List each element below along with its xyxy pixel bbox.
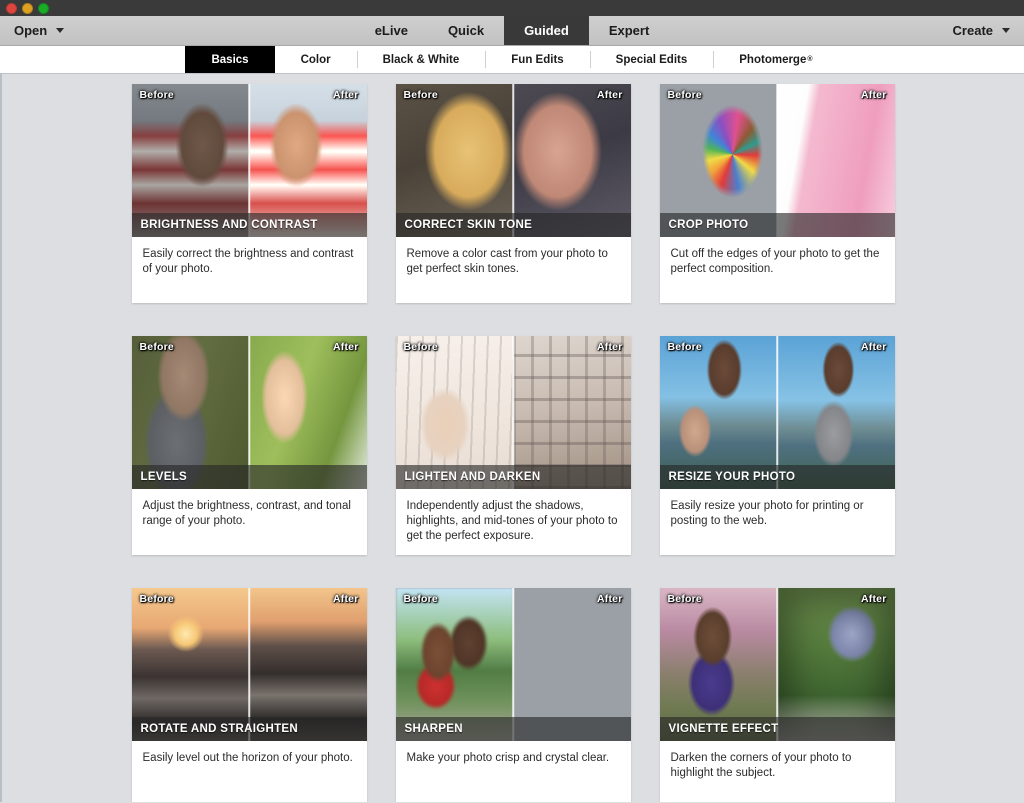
card-description: Remove a color cast from your photo to g… (406, 248, 608, 276)
close-icon[interactable] (6, 2, 17, 14)
card-body: Easily correct the brightness and contra… (132, 237, 367, 303)
before-label: Before (403, 593, 438, 605)
card-thumbnail: Before After ROTATE AND STRAIGHTEN (131, 588, 367, 741)
subtab-label: Color (300, 53, 331, 66)
card-title: LIGHTEN AND DARKEN (395, 465, 631, 489)
after-label: After (860, 341, 887, 353)
card-description: Easily correct the brightness and contra… (142, 248, 354, 276)
card-title: VIGNETTE EFFECT (659, 717, 895, 741)
after-label: After (332, 341, 359, 353)
card-body: Easily level out the horizon of your pho… (132, 741, 367, 802)
registered-trademark-icon: ® (807, 56, 813, 63)
card-thumbnail: Before After LEVELS (131, 336, 367, 489)
after-label: After (596, 341, 623, 353)
card-body: Remove a color cast from your photo to g… (396, 237, 631, 303)
create-button[interactable]: Create (939, 16, 1024, 45)
card-body: Adjust the brightness, contrast, and ton… (132, 489, 367, 555)
mode-tab-guided[interactable]: Guided (504, 16, 589, 45)
before-label: Before (667, 89, 702, 101)
card-body: Easily resize your photo for printing or… (660, 489, 895, 555)
window-titlebar (0, 0, 1024, 16)
guided-edit-card[interactable]: Before After CORRECT SKIN TONE Remove a col… (395, 84, 631, 303)
guided-edit-card[interactable]: Before After LIGHTEN AND DARKEN Independent… (395, 336, 631, 555)
subtab-label: Black & White (382, 53, 460, 66)
after-label: After (596, 593, 623, 605)
card-body: Make your photo crisp and crystal clear. (396, 741, 631, 802)
after-label: After (860, 593, 887, 605)
maximize-icon[interactable] (38, 2, 49, 14)
card-description: Easily level out the horizon of your pho… (142, 752, 353, 764)
card-thumbnail: Before After RESIZE YOUR PHOTO (659, 336, 895, 489)
subtab-basics[interactable]: Basics (185, 46, 275, 73)
open-button[interactable]: Open (0, 16, 78, 45)
mode-tab-expert[interactable]: Expert (589, 16, 669, 45)
create-button-label: Create (952, 23, 993, 38)
subtab-special-edits[interactable]: Special Edits (589, 46, 714, 73)
after-label: After (332, 593, 359, 605)
open-button-label: Open (14, 23, 48, 38)
card-thumbnail: Before After VIGNETTE EFFECT (659, 588, 895, 741)
card-body: Cut off the edges of your photo to get t… (660, 237, 895, 303)
mode-tab-group: eLive Quick Guided Expert (0, 16, 1024, 45)
chevron-down-icon (1002, 28, 1010, 33)
main-menubar: Open eLive Quick Guided Expert Create (0, 16, 1024, 46)
card-body: Independently adjust the shadows, highli… (396, 489, 631, 555)
card-title: BRIGHTNESS AND CONTRAST (131, 213, 367, 237)
before-label: Before (139, 341, 174, 353)
card-title: RESIZE YOUR PHOTO (659, 465, 895, 489)
after-label: After (860, 89, 887, 101)
card-title: CORRECT SKIN TONE (395, 213, 631, 237)
card-description: Easily resize your photo for printing or… (670, 500, 864, 528)
guided-edit-canvas: Before After BRIGHTNESS AND CONTRAST Easily… (0, 74, 1024, 802)
subtab-label: Fun Edits (511, 53, 564, 66)
card-description: Darken the corners of your photo to high… (670, 752, 852, 780)
card-description: Make your photo crisp and crystal clear. (406, 752, 610, 764)
subtab-fun-edits[interactable]: Fun Edits (485, 46, 589, 73)
card-title: SHARPEN (395, 717, 631, 741)
guided-edit-card[interactable]: Before After BRIGHTNESS AND CONTRAST Easily… (131, 84, 367, 303)
mode-tab-quick[interactable]: Quick (428, 16, 504, 45)
guided-edit-card[interactable]: Before After ROTATE AND STRAIGHTEN Easily l… (131, 588, 367, 802)
card-thumbnail: Before After CORRECT SKIN TONE (395, 84, 631, 237)
guided-category-tabs: Basics Color Black & White Fun Edits Special… (0, 46, 1024, 74)
mode-tab-elive[interactable]: eLive (355, 16, 428, 45)
card-description: Adjust the brightness, contrast, and ton… (142, 500, 351, 528)
subtab-label: Photomerge (739, 53, 807, 66)
card-description: Independently adjust the shadows, highli… (406, 500, 618, 543)
card-thumbnail: Before After CROP PHOTO (659, 84, 895, 237)
card-description: Cut off the edges of your photo to get t… (670, 248, 880, 276)
after-label: After (332, 89, 359, 101)
before-label: Before (667, 593, 702, 605)
card-thumbnail: Before After LIGHTEN AND DARKEN (395, 336, 631, 489)
guided-edit-card[interactable]: Before After LEVELS Adjust the brightness, … (131, 336, 367, 555)
minimize-icon[interactable] (22, 2, 33, 14)
subtab-label: Special Edits (615, 53, 688, 66)
guided-edit-card[interactable]: Before After RESIZE YOUR PHOTO Easily resiz… (659, 336, 895, 555)
card-body: Darken the corners of your photo to high… (660, 741, 895, 802)
before-label: Before (139, 593, 174, 605)
card-thumbnail: Before After SHARPEN (395, 588, 631, 741)
after-label: After (596, 89, 623, 101)
guided-edit-card[interactable]: Before After SHARPEN Make your photo crisp … (395, 588, 631, 802)
guided-edit-card[interactable]: Before After VIGNETTE EFFECT Darken the cor… (659, 588, 895, 802)
guided-edit-grid: Before After BRIGHTNESS AND CONTRAST Easily… (116, 74, 911, 802)
subtab-label: Basics (211, 53, 249, 66)
before-label: Before (403, 341, 438, 353)
card-title: LEVELS (131, 465, 367, 489)
guided-edit-card[interactable]: Before After CROP PHOTO Cut off the edges o… (659, 84, 895, 303)
subtab-black-white[interactable]: Black & White (356, 46, 486, 73)
before-label: Before (667, 341, 702, 353)
card-title: ROTATE AND STRAIGHTEN (131, 717, 367, 741)
before-label: Before (139, 89, 174, 101)
subtab-color[interactable]: Color (275, 46, 357, 73)
before-label: Before (403, 89, 438, 101)
chevron-down-icon (56, 28, 65, 33)
card-title: CROP PHOTO (659, 213, 895, 237)
card-thumbnail: Before After BRIGHTNESS AND CONTRAST (131, 84, 367, 237)
subtab-photomerge[interactable]: Photomerge ® (713, 46, 838, 73)
